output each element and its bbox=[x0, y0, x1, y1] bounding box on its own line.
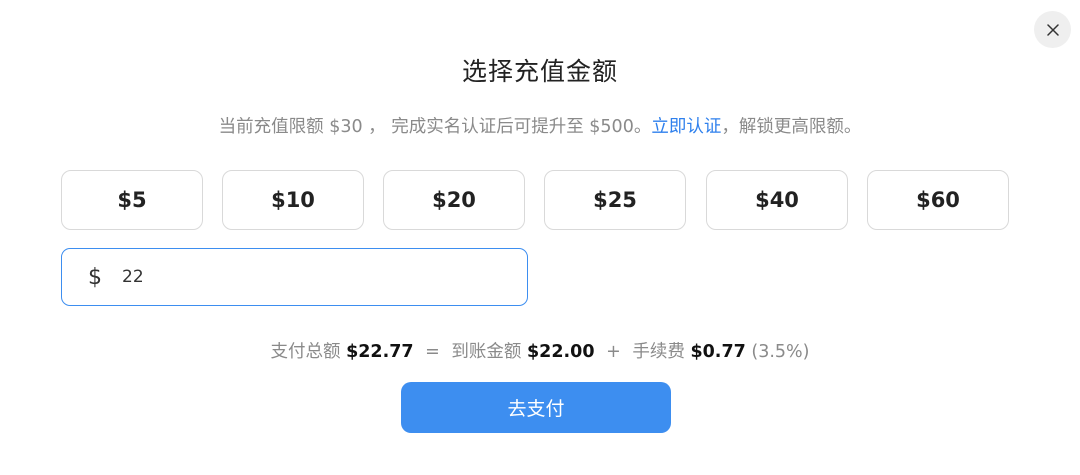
amount-option-20[interactable]: $20 bbox=[383, 170, 525, 230]
equals-sign: = bbox=[425, 342, 440, 362]
pay-button[interactable]: 去支付 bbox=[401, 382, 671, 433]
close-icon bbox=[1046, 23, 1059, 36]
limit-notice-suffix: ，解锁更高限额。 bbox=[721, 117, 862, 137]
amount-option-60[interactable]: $60 bbox=[867, 170, 1009, 230]
total-value: $22.77 bbox=[346, 342, 414, 362]
custom-amount-field[interactable]: $ bbox=[61, 248, 528, 306]
total-label: 支付总额 bbox=[270, 342, 341, 362]
amount-option-10[interactable]: $10 bbox=[222, 170, 364, 230]
received-value: $22.00 bbox=[527, 342, 595, 362]
dialog-title: 选择充值金额 bbox=[461, 57, 618, 86]
recharge-dialog: 选择充值金额 当前充值限额 $30 ， 完成实名认证后可提升至 $500。立即认… bbox=[0, 0, 1080, 475]
received-label: 到账金额 bbox=[451, 342, 522, 362]
payment-summary: 支付总额 $22.77 = 到账金额 $22.00 + 手续费 $0.77 (3… bbox=[0, 338, 1080, 363]
limit-notice-text: 当前充值限额 $30 ， 完成实名认证后可提升至 $500。 bbox=[218, 117, 652, 137]
fee-value: $0.77 bbox=[690, 342, 746, 362]
plus-sign: + bbox=[606, 342, 621, 362]
fee-rate: (3.5%) bbox=[751, 342, 810, 362]
custom-amount-input[interactable] bbox=[122, 267, 502, 287]
close-button[interactable] bbox=[1034, 11, 1071, 48]
amount-option-5[interactable]: $5 bbox=[61, 170, 203, 230]
verify-now-link[interactable]: 立即认证 bbox=[651, 117, 721, 137]
amount-option-40[interactable]: $40 bbox=[706, 170, 848, 230]
fee-label: 手续费 bbox=[632, 342, 685, 362]
amount-option-25[interactable]: $25 bbox=[544, 170, 686, 230]
currency-symbol: $ bbox=[88, 264, 102, 290]
limit-notice: 当前充值限额 $30 ， 完成实名认证后可提升至 $500。立即认证，解锁更高限… bbox=[0, 113, 1080, 138]
